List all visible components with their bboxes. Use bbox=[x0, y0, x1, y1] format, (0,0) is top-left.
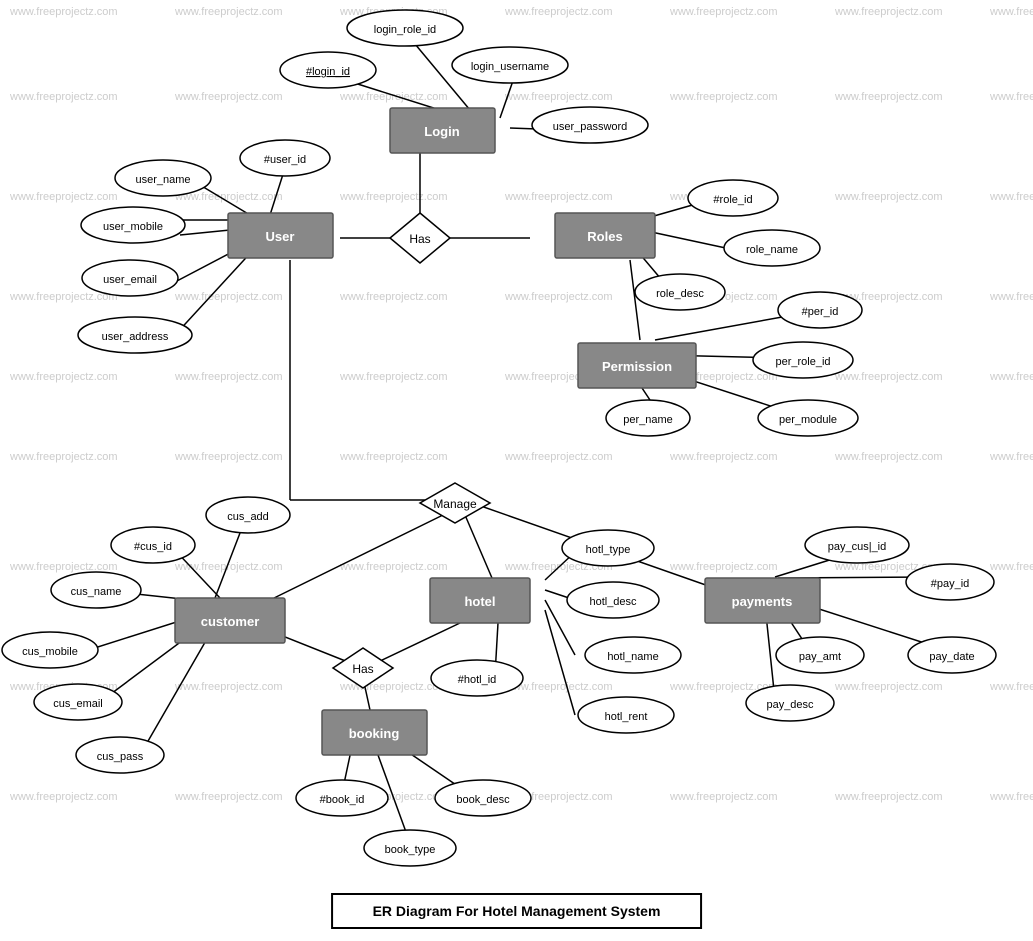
svg-text:hotl_rent: hotl_rent bbox=[605, 711, 648, 723]
has1-label: Has bbox=[409, 232, 430, 246]
svg-text:hotl_desc: hotl_desc bbox=[589, 596, 637, 608]
svg-text:hotl_name: hotl_name bbox=[607, 651, 658, 663]
permission-label: Permission bbox=[602, 359, 672, 374]
manage-label: Manage bbox=[433, 497, 477, 511]
svg-text:book_desc: book_desc bbox=[456, 794, 510, 806]
svg-text:www.freeprojectz.com: www.freeprojectz.com bbox=[989, 291, 1033, 303]
svg-text:role_name: role_name bbox=[746, 244, 798, 256]
svg-text:user_address: user_address bbox=[102, 331, 169, 343]
svg-text:www.freeprojectz.com: www.freeprojectz.com bbox=[174, 451, 283, 463]
svg-text:www.freeprojectz.com: www.freeprojectz.com bbox=[174, 91, 283, 103]
svg-text:www.freeprojectz.com: www.freeprojectz.com bbox=[989, 191, 1033, 203]
svg-text:www.freeprojectz.com: www.freeprojectz.com bbox=[669, 451, 778, 463]
login-label: Login bbox=[424, 124, 459, 139]
svg-text:www.freeprojectz.com: www.freeprojectz.com bbox=[174, 291, 283, 303]
svg-text:www.freeprojectz.com: www.freeprojectz.com bbox=[989, 451, 1033, 463]
svg-text:www.freeprojectz.com: www.freeprojectz.com bbox=[339, 561, 448, 573]
svg-text:#login_id: #login_id bbox=[306, 66, 350, 78]
svg-text:www.freeprojectz.com: www.freeprojectz.com bbox=[834, 791, 943, 803]
svg-text:per_role_id: per_role_id bbox=[775, 356, 830, 368]
svg-text:www.freeprojectz.com: www.freeprojectz.com bbox=[989, 561, 1033, 573]
svg-text:www.freeprojectz.com: www.freeprojectz.com bbox=[989, 681, 1033, 693]
svg-text:www.freeprojectz.com: www.freeprojectz.com bbox=[174, 371, 283, 383]
svg-text:user_name: user_name bbox=[135, 174, 190, 186]
svg-text:#user_id: #user_id bbox=[264, 154, 306, 166]
svg-text:role_desc: role_desc bbox=[656, 288, 704, 300]
svg-text:www.freeprojectz.com: www.freeprojectz.com bbox=[504, 91, 613, 103]
svg-text:www.freeprojectz.com: www.freeprojectz.com bbox=[339, 91, 448, 103]
svg-text:#book_id: #book_id bbox=[320, 794, 365, 806]
svg-text:www.freeprojectz.com: www.freeprojectz.com bbox=[9, 371, 118, 383]
has2-label: Has bbox=[352, 662, 373, 676]
svg-text:cus_pass: cus_pass bbox=[97, 751, 144, 763]
svg-text:per_module: per_module bbox=[779, 414, 837, 426]
svg-text:www.freeprojectz.com: www.freeprojectz.com bbox=[834, 371, 943, 383]
svg-text:www.freeprojectz.com: www.freeprojectz.com bbox=[339, 191, 448, 203]
svg-text:cus_email: cus_email bbox=[53, 698, 103, 710]
svg-text:www.freeprojectz.com: www.freeprojectz.com bbox=[504, 6, 613, 18]
svg-text:www.freeprojectz.com: www.freeprojectz.com bbox=[669, 791, 778, 803]
svg-text:#per_id: #per_id bbox=[802, 306, 839, 318]
svg-text:www.freeprojectz.com: www.freeprojectz.com bbox=[669, 561, 778, 573]
svg-text:www.freeprojectz.com: www.freeprojectz.com bbox=[989, 371, 1033, 383]
svg-text:#role_id: #role_id bbox=[713, 194, 752, 206]
svg-text:user_mobile: user_mobile bbox=[103, 221, 163, 233]
svg-text:cus_mobile: cus_mobile bbox=[22, 646, 78, 658]
svg-text:user_password: user_password bbox=[553, 121, 628, 133]
svg-text:www.freeprojectz.com: www.freeprojectz.com bbox=[989, 6, 1033, 18]
svg-text:per_name: per_name bbox=[623, 414, 673, 426]
svg-text:www.freeprojectz.com: www.freeprojectz.com bbox=[989, 91, 1033, 103]
svg-text:www.freeprojectz.com: www.freeprojectz.com bbox=[504, 451, 613, 463]
svg-text:www.freeprojectz.com: www.freeprojectz.com bbox=[669, 91, 778, 103]
svg-text:login_role_id: login_role_id bbox=[374, 24, 436, 36]
hotel-label: hotel bbox=[464, 594, 495, 609]
svg-text:www.freeprojectz.com: www.freeprojectz.com bbox=[834, 451, 943, 463]
svg-text:www.freeprojectz.com: www.freeprojectz.com bbox=[339, 291, 448, 303]
booking-label: booking bbox=[349, 726, 400, 741]
svg-text:pay_cus|_id: pay_cus|_id bbox=[828, 541, 887, 553]
svg-text:www.freeprojectz.com: www.freeprojectz.com bbox=[174, 791, 283, 803]
customer-label: customer bbox=[201, 614, 260, 629]
svg-text:www.freeprojectz.com: www.freeprojectz.com bbox=[504, 291, 613, 303]
svg-text:#pay_id: #pay_id bbox=[931, 578, 970, 590]
svg-text:#hotl_id: #hotl_id bbox=[458, 674, 497, 686]
svg-text:www.freeprojectz.com: www.freeprojectz.com bbox=[9, 6, 118, 18]
svg-text:pay_date: pay_date bbox=[929, 651, 974, 663]
svg-text:www.freeprojectz.com: www.freeprojectz.com bbox=[9, 451, 118, 463]
diagram-caption: ER Diagram For Hotel Management System bbox=[331, 893, 703, 929]
roles-label: Roles bbox=[587, 229, 622, 244]
svg-text:www.freeprojectz.com: www.freeprojectz.com bbox=[989, 791, 1033, 803]
payments-label: payments bbox=[732, 594, 793, 609]
svg-text:pay_desc: pay_desc bbox=[766, 699, 814, 711]
svg-text:#cus_id: #cus_id bbox=[134, 541, 172, 553]
svg-text:www.freeprojectz.com: www.freeprojectz.com bbox=[174, 6, 283, 18]
svg-text:www.freeprojectz.com: www.freeprojectz.com bbox=[834, 681, 943, 693]
svg-text:user_email: user_email bbox=[103, 274, 157, 286]
svg-text:www.freeprojectz.com: www.freeprojectz.com bbox=[669, 6, 778, 18]
svg-text:www.freeprojectz.com: www.freeprojectz.com bbox=[834, 191, 943, 203]
svg-text:pay_amt: pay_amt bbox=[799, 651, 841, 663]
svg-text:cus_add: cus_add bbox=[227, 511, 269, 523]
svg-text:www.freeprojectz.com: www.freeprojectz.com bbox=[9, 191, 118, 203]
svg-text:login_username: login_username bbox=[471, 61, 549, 73]
svg-text:cus_name: cus_name bbox=[71, 586, 122, 598]
svg-text:hotl_type: hotl_type bbox=[586, 544, 631, 556]
svg-text:www.freeprojectz.com: www.freeprojectz.com bbox=[504, 191, 613, 203]
svg-text:www.freeprojectz.com: www.freeprojectz.com bbox=[834, 91, 943, 103]
svg-text:www.freeprojectz.com: www.freeprojectz.com bbox=[834, 6, 943, 18]
svg-text:www.freeprojectz.com: www.freeprojectz.com bbox=[9, 561, 118, 573]
svg-text:book_type: book_type bbox=[385, 844, 436, 856]
svg-text:www.freeprojectz.com: www.freeprojectz.com bbox=[9, 791, 118, 803]
svg-text:www.freeprojectz.com: www.freeprojectz.com bbox=[174, 681, 283, 693]
svg-text:www.freeprojectz.com: www.freeprojectz.com bbox=[339, 371, 448, 383]
user-label: User bbox=[266, 229, 295, 244]
svg-text:www.freeprojectz.com: www.freeprojectz.com bbox=[339, 451, 448, 463]
svg-text:www.freeprojectz.com: www.freeprojectz.com bbox=[9, 91, 118, 103]
